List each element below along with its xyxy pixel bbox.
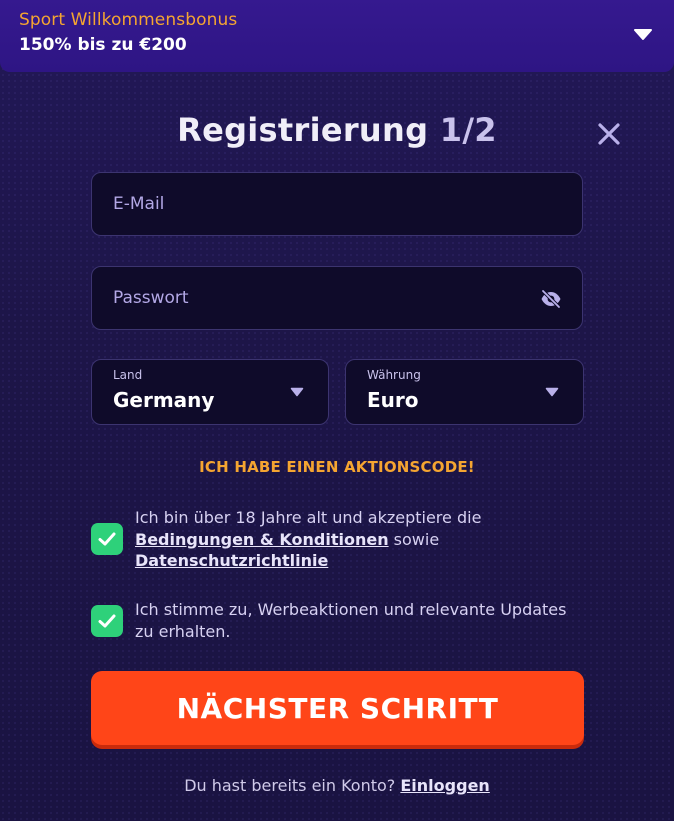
modal-title-text: Registrierung: [177, 111, 429, 149]
marketing-consent-text: Ich stimme zu, Werbeaktionen und relevan…: [135, 600, 567, 641]
login-link[interactable]: Einloggen: [400, 776, 489, 795]
marketing-consent-checkbox[interactable]: [91, 605, 123, 637]
age-terms-checkbox[interactable]: [91, 523, 123, 555]
modal-title: Registrierung 1/2: [0, 111, 674, 149]
login-prompt: Du hast bereits ein Konto? Einloggen: [0, 776, 674, 795]
checkmark-icon: [98, 614, 116, 628]
age-terms-consent-text: Ich bin über 18 Jahre alt und akzeptiere…: [135, 507, 605, 572]
eye-slash-icon[interactable]: [540, 289, 562, 309]
consent-text-before: Ich bin über 18 Jahre alt und akzeptiere…: [135, 508, 482, 527]
chevron-down-icon: [545, 387, 559, 397]
privacy-policy-link[interactable]: Datenschutzrichtlinie: [135, 551, 328, 570]
password-field-container: [91, 266, 583, 330]
chevron-down-icon[interactable]: [632, 24, 654, 46]
terms-link[interactable]: Bedingungen & Konditionen: [135, 530, 389, 549]
country-label: Land: [113, 368, 143, 382]
email-field[interactable]: [92, 173, 582, 235]
email-field-container: [91, 172, 583, 236]
login-prompt-text: Du hast bereits ein Konto?: [184, 776, 396, 795]
bonus-title: Sport Willkommensbonus: [19, 10, 238, 30]
consent-text-middle: sowie: [388, 529, 440, 549]
password-field[interactable]: [92, 267, 582, 329]
currency-select[interactable]: Währung Euro: [345, 359, 584, 425]
currency-value: Euro: [367, 388, 419, 412]
welcome-bonus-banner[interactable]: Sport Willkommensbonus 150% bis zu €200: [0, 0, 674, 72]
bonus-amount: 150% bis zu €200: [19, 35, 187, 55]
currency-label: Währung: [367, 368, 421, 382]
country-select[interactable]: Land Germany: [91, 359, 329, 425]
checkmark-icon: [98, 532, 116, 546]
chevron-down-icon: [290, 387, 304, 397]
country-value: Germany: [113, 388, 215, 412]
next-step-button[interactable]: NÄCHSTER SCHRITT: [91, 671, 584, 745]
modal-step: 1/2: [439, 111, 497, 149]
close-icon[interactable]: [596, 121, 622, 147]
promo-code-link[interactable]: ICH HABE EINEN AKTIONSCODE!: [0, 458, 674, 476]
